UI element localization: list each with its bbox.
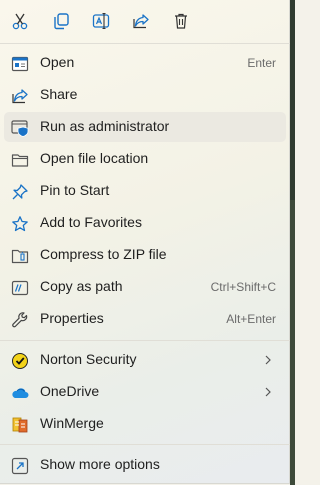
menu-item-label: Norton Security bbox=[40, 351, 137, 367]
menu-item-run-as-administrator[interactable]: Run as administrator bbox=[4, 112, 286, 142]
menu-item-label: Open file location bbox=[40, 150, 149, 166]
delete-button[interactable] bbox=[167, 8, 195, 34]
menu-item-onedrive[interactable]: OneDrive bbox=[4, 377, 286, 407]
menu-item-copy-as-path[interactable]: Copy as path Ctrl+Shift+C bbox=[4, 272, 286, 302]
menu-item-norton-security[interactable]: Norton Security bbox=[4, 345, 286, 375]
copy-button[interactable] bbox=[47, 8, 75, 34]
menu-item-pin-to-start[interactable]: Pin to Start bbox=[4, 176, 286, 206]
menu-item-label: Compress to ZIP file bbox=[40, 246, 167, 262]
trash-icon bbox=[175, 13, 187, 29]
menu-item-label: Open bbox=[40, 54, 75, 70]
chevron-right-icon bbox=[265, 387, 271, 397]
keyboard-shortcut: Enter bbox=[247, 56, 276, 70]
zip-folder-icon bbox=[11, 249, 29, 264]
menu-item-winmerge[interactable]: WinMerge bbox=[4, 409, 286, 439]
menu-item-label: Pin to Start bbox=[40, 182, 110, 198]
rename-icon bbox=[92, 12, 110, 30]
rename-button[interactable] bbox=[87, 8, 115, 34]
menu-item-compress-to-zip[interactable]: Compress to ZIP file bbox=[4, 240, 286, 270]
menu-item-show-more-options[interactable]: Show more options bbox=[4, 450, 286, 480]
divider bbox=[0, 340, 290, 341]
show-more-icon bbox=[11, 457, 29, 475]
menu-item-open[interactable]: Open Enter bbox=[4, 48, 286, 78]
onedrive-cloud-icon bbox=[12, 388, 29, 398]
pin-icon bbox=[12, 184, 28, 200]
copy-path-icon bbox=[11, 280, 29, 296]
context-menu: Open Enter Share Run as administrator Op… bbox=[0, 0, 290, 484]
menu-item-share[interactable]: Share bbox=[4, 80, 286, 110]
keyboard-shortcut: Ctrl+Shift+C bbox=[210, 280, 276, 294]
cut-button[interactable] bbox=[6, 8, 34, 34]
menu-item-label: Run as administrator bbox=[40, 118, 170, 134]
admin-shield-icon bbox=[11, 120, 29, 137]
norton-icon bbox=[12, 353, 28, 369]
keyboard-shortcut: Alt+Enter bbox=[226, 312, 276, 326]
quick-actions-toolbar bbox=[0, 0, 290, 42]
divider bbox=[0, 444, 290, 445]
menu-item-label: Properties bbox=[40, 310, 104, 326]
menu-item-label: WinMerge bbox=[40, 415, 104, 431]
menu-item-label: OneDrive bbox=[40, 383, 100, 399]
wrench-icon bbox=[12, 312, 28, 328]
menu-item-label: Add to Favorites bbox=[40, 214, 142, 230]
chevron-right-icon bbox=[265, 355, 271, 365]
open-app-icon bbox=[11, 56, 29, 72]
menu-item-properties[interactable]: Properties Alt+Enter bbox=[4, 304, 286, 334]
divider bbox=[0, 43, 290, 44]
menu-item-open-file-location[interactable]: Open file location bbox=[4, 144, 286, 174]
menu-item-label: Show more options bbox=[40, 456, 160, 472]
background-window-edge bbox=[290, 200, 295, 485]
scissors-icon bbox=[12, 13, 28, 30]
menu-item-add-to-favorites[interactable]: Add to Favorites bbox=[4, 208, 286, 238]
folder-icon bbox=[11, 154, 29, 167]
menu-item-label: Copy as path bbox=[40, 278, 123, 294]
copy-icon bbox=[54, 13, 69, 30]
menu-item-label: Share bbox=[40, 86, 78, 102]
share-button[interactable] bbox=[127, 8, 155, 34]
star-icon bbox=[12, 216, 28, 232]
share-icon bbox=[12, 89, 28, 104]
share-icon bbox=[133, 14, 149, 29]
winmerge-icon bbox=[12, 417, 28, 433]
